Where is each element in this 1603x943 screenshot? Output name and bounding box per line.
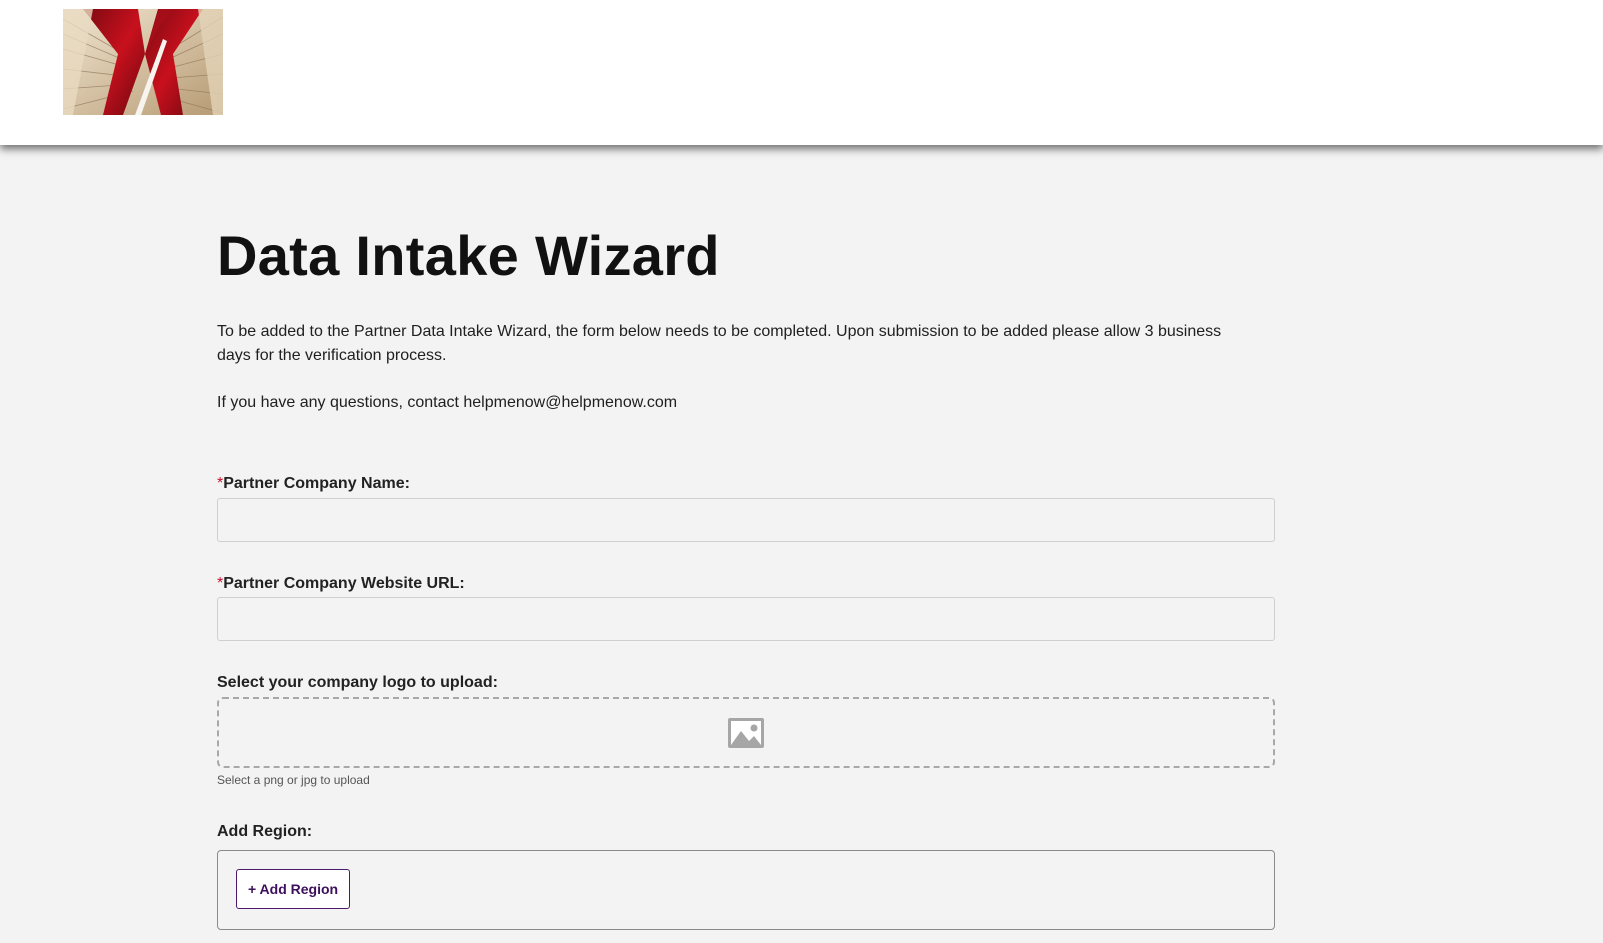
company-url-label-text: Partner Company Website URL:: [223, 575, 465, 592]
company-name-input[interactable]: [217, 498, 1275, 542]
top-header: [0, 0, 1603, 145]
region-container: + Add Region: [217, 850, 1275, 930]
company-name-label-text: Partner Company Name:: [223, 475, 410, 492]
add-region-button[interactable]: + Add Region: [236, 869, 351, 909]
company-url-label: *Partner Company Website URL:: [217, 575, 465, 593]
add-region-label: Add Region:: [217, 823, 313, 840]
logo-upload-dropzone[interactable]: [217, 697, 1275, 768]
logo-upload-hint: Select a png or jpg to upload: [217, 773, 370, 787]
red-abstract-book-logo-icon: [63, 9, 223, 115]
company-logo[interactable]: [63, 9, 223, 115]
contact-text: If you have any questions, contact helpm…: [217, 394, 678, 411]
logo-upload-label: Select your company logo to upload:: [217, 674, 498, 691]
company-name-label: *Partner Company Name:: [217, 475, 410, 493]
page-title: Data Intake Wizard: [217, 224, 720, 287]
intro-text: To be added to the Partner Data Intake W…: [217, 323, 1222, 364]
image-placeholder-icon: [728, 717, 764, 748]
company-url-input[interactable]: [217, 597, 1275, 641]
